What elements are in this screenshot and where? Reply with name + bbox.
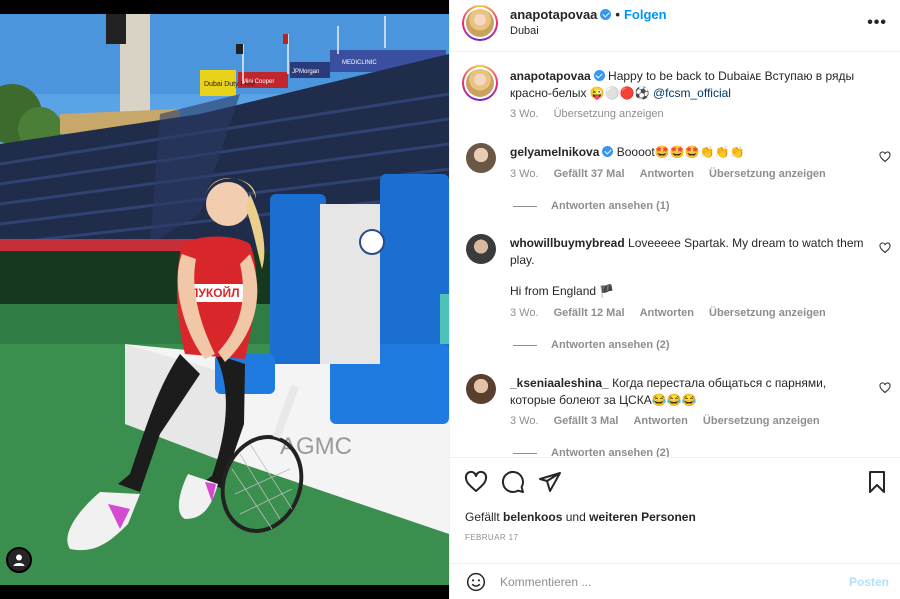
user-tags-button[interactable] (6, 547, 32, 573)
verified-badge-icon (600, 9, 612, 20)
author-name-row: anapotapovaa • Folgen (510, 7, 667, 22)
comment-translate-button[interactable]: Übersetzung anzeigen (709, 307, 826, 319)
view-replies-button[interactable]: Antworten ansehen (1) (513, 200, 670, 212)
comment-likes-count[interactable]: Gefällt 3 Mal (554, 415, 619, 427)
comment-reply-button[interactable]: Antworten (640, 168, 694, 180)
comment-compose: Posten (450, 563, 900, 599)
comment-avatar[interactable] (466, 234, 496, 264)
comment-avatar[interactable] (466, 374, 496, 404)
likes-summary: Gefällt belenkoos und weiteren Personen (465, 510, 696, 524)
separator-dot: • (615, 7, 620, 22)
more-options-button[interactable]: ••• (867, 14, 887, 32)
comments-list: anapotapovaa Happy to be back to Dubaiᴀᴇ… (450, 53, 900, 457)
person-icon (13, 554, 25, 566)
comment-meta: 3 Wo. Gefällt 12 Mal Antworten Übersetzu… (510, 307, 838, 319)
verified-badge-icon (602, 146, 614, 157)
comment-username[interactable]: _kseniaaleshina_ (510, 376, 609, 390)
caption-time[interactable]: 3 Wo. (510, 108, 539, 120)
comment-like-heart-icon[interactable] (879, 242, 891, 254)
banner-mini: Mini Cooper (242, 79, 274, 85)
comment-text: _kseniaaleshina_ Когда перестала общатьс… (510, 375, 870, 409)
post-location[interactable]: Dubai (510, 25, 539, 37)
post-media: Dubai Duty Free Mini Cooper JPMorgan MED… (0, 0, 449, 599)
comment-translate-button[interactable]: Übersetzung anzeigen (703, 415, 820, 427)
author-username[interactable]: anapotapovaa (510, 7, 597, 22)
likes-others-link[interactable]: weiteren Personen (589, 510, 696, 524)
caption-translate-button[interactable]: Übersetzung anzeigen (554, 108, 664, 120)
comment-like-heart-icon[interactable] (879, 382, 891, 394)
comment-icon[interactable] (501, 470, 525, 494)
bookmark-icon[interactable] (865, 470, 889, 494)
author-avatar[interactable] (462, 5, 498, 41)
caption-avatar[interactable] (462, 65, 498, 101)
comment-username[interactable]: whowillbuymybread (510, 236, 625, 250)
comment-input[interactable] (500, 573, 830, 591)
caption-mention-link[interactable]: @fcsm_official (653, 86, 731, 100)
comment-body: Boooot🤩🤩🤩👏👏👏 (616, 145, 745, 159)
comment-meta: 3 Wo. Gefällt 37 Mal Antworten Übersetzu… (510, 168, 838, 180)
comment-time[interactable]: 3 Wo. (510, 307, 539, 319)
comment-like-heart-icon[interactable] (879, 151, 891, 163)
comment-reply-button[interactable]: Antworten (633, 415, 687, 427)
post-side-panel: anapotapovaa • Folgen Dubai ••• anapotapov… (449, 0, 900, 599)
caption-text: anapotapovaa Happy to be back to Dubaiᴀᴇ… (510, 68, 870, 102)
banner-mediclinic: MEDICLINIC (342, 60, 377, 66)
view-replies-button[interactable]: Antworten ansehen (2) (513, 447, 670, 457)
banner-jpmorgan: JPMorgan (292, 69, 319, 75)
verified-badge-icon (593, 70, 605, 81)
post-comment-button[interactable]: Posten (849, 575, 889, 589)
comment-translate-button[interactable]: Übersetzung anzeigen (709, 168, 826, 180)
follow-button[interactable]: Folgen (624, 7, 667, 22)
post-actions: Gefällt belenkoos und weiteren Personen … (450, 457, 900, 563)
instagram-post-modal: Dubai Duty Free Mini Cooper JPMorgan MED… (0, 0, 900, 599)
comment-likes-count[interactable]: Gefällt 12 Mal (554, 307, 625, 319)
post-photo[interactable]: Dubai Duty Free Mini Cooper JPMorgan MED… (0, 14, 449, 585)
caption-username[interactable]: anapotapovaa (510, 69, 591, 83)
comment-avatar[interactable] (466, 143, 496, 173)
likes-prefix: Gefällt (465, 510, 500, 524)
likes-mid: und (565, 510, 586, 524)
heart-icon[interactable] (464, 470, 488, 494)
view-replies-button[interactable]: Antworten ansehen (2) (513, 339, 670, 351)
share-icon[interactable] (538, 470, 562, 494)
comment-time[interactable]: 3 Wo. (510, 415, 539, 427)
comment-text: whowillbuymybread Loveeeee Spartak. My d… (510, 235, 870, 269)
comment-text: gelyamelnikova Boooot🤩🤩🤩👏👏👏 (510, 144, 870, 161)
comment-body-line2: Hi from England 🏴 (510, 284, 615, 298)
jersey-sponsor-text: ЛУКОЙЛ (190, 285, 240, 300)
emoji-icon[interactable] (466, 572, 486, 592)
likes-user-link[interactable]: belenkoos (503, 510, 562, 524)
comment-username[interactable]: gelyamelnikova (510, 145, 599, 159)
comment-reply-button[interactable]: Antworten (640, 307, 694, 319)
comment-meta: 3 Wo. Gefällt 3 Mal Antworten Übersetzun… (510, 415, 832, 427)
comment-time[interactable]: 3 Wo. (510, 168, 539, 180)
post-date[interactable]: FEBRUAR 17 (465, 533, 518, 542)
caption-meta: 3 Wo. Übersetzung anzeigen (510, 108, 676, 120)
comment-likes-count[interactable]: Gefällt 37 Mal (554, 168, 625, 180)
post-header: anapotapovaa • Folgen Dubai ••• (450, 0, 900, 52)
